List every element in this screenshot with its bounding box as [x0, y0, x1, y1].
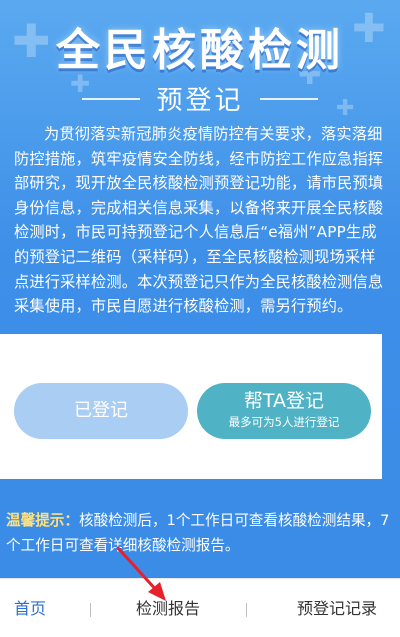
bottom-tab-bar: 首页 检测报告 预登记记录 — [0, 578, 400, 637]
tab-home[interactable]: 首页 — [0, 579, 60, 637]
page-title: 全民核酸检测 — [56, 25, 344, 76]
screen: ✚ ✚ ✚ ✚ ✚ 全民核酸检测 预登记 为贯彻落实新冠肺炎疫情防控有关要求，落… — [0, 0, 400, 637]
tip-label: 温馨提示： — [6, 512, 79, 529]
intro-text: 为贯彻落实新冠肺炎疫情防控有关要求，落实落细防控措施，筑牢疫情安全防线，经市防控… — [14, 125, 384, 316]
action-card: 已登记 帮TA登记 最多可为5人进行登记 — [0, 334, 382, 479]
divider — [260, 98, 318, 100]
help-register-button[interactable]: 帮TA登记 最多可为5人进行登记 — [197, 383, 371, 439]
help-register-label: 帮TA登记 — [243, 390, 325, 412]
tab-report[interactable]: 检测报告 — [120, 579, 216, 637]
help-register-hint: 最多可为5人进行登记 — [228, 415, 340, 429]
page-subtitle: 预登记 — [156, 86, 244, 116]
tip-text: 温馨提示：核酸检测后，1个工作日可查看核酸检测结果，7个工作日可查看详细核酸检测… — [6, 508, 392, 558]
registered-button[interactable]: 已登记 — [14, 383, 188, 439]
tab-divider — [90, 603, 91, 617]
tab-records[interactable]: 预登记记录 — [282, 579, 392, 637]
tab-divider — [246, 603, 247, 617]
